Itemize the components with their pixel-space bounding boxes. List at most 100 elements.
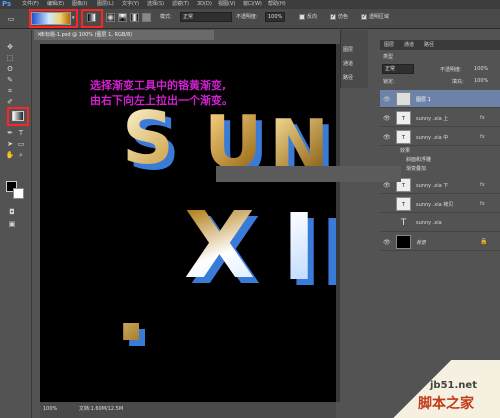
layer-name: sunny .xia 拷贝 [416,202,454,208]
tab-layers[interactable]: 图层 [384,40,394,50]
path-select-tool-icon[interactable]: ➤ [5,139,15,149]
letter-i2-shadow: I [320,218,336,290]
watermark-url: jb51.net [430,380,477,391]
hand-tool-icon[interactable]: ✋ [5,150,15,160]
effects-label: 效果 [400,148,411,154]
gradient-tool-preset-icon[interactable]: ▭ [6,14,16,24]
tab-paths[interactable]: 路径 [424,40,434,50]
radial-gradient-icon[interactable] [106,13,115,22]
watermark-name: 脚本之家 [418,396,474,412]
reflected-gradient-icon[interactable] [130,13,139,22]
background-layer-thumbnail [396,235,411,249]
eyedropper-tool-icon[interactable]: ✐ [5,97,15,107]
layer-name: 图层 1 [416,97,431,103]
layer-name: sunny .xia 上 [416,116,449,122]
menu-layer[interactable]: 图层(L) [97,0,114,9]
fx-icon[interactable]: fx [480,201,490,207]
dot: . [114,257,149,362]
diamond-gradient-icon[interactable] [142,13,151,22]
mode-select[interactable]: 正常 [180,12,232,22]
quick-mask-icon[interactable]: ◘ [7,207,17,217]
gradient-overlay-effect[interactable]: 渐变叠加 [406,165,426,172]
dither-label: 仿色 [338,14,349,20]
lasso-tool-icon[interactable]: ʘ [5,64,15,74]
shape-tool-icon[interactable]: ▭ [16,139,26,149]
mini-dock-paths[interactable]: 路径 [343,72,353,84]
letter-x: X [184,192,255,299]
fx-icon[interactable]: fx [480,115,490,121]
background-color-swatch[interactable] [13,188,24,199]
opacity-label: 不透明度: [236,14,258,20]
close-tab-icon[interactable]: × [37,31,42,38]
type-layer-icon: T [400,218,407,228]
fill-label: 填充: [452,79,464,85]
eye-icon[interactable]: 👁 [383,239,391,246]
layer-name: sunny .xia [416,220,442,226]
angle-gradient-icon[interactable] [118,13,127,22]
menu-image[interactable]: 图像(I) [72,0,87,9]
photoshop-logo: Ps [2,0,12,8]
letter-i-1: I [282,194,317,301]
mini-dock-layers[interactable]: 图层 [343,44,353,56]
transparency-label: 透明区域 [369,14,390,20]
panel-tabs [380,40,500,50]
dither-checkbox[interactable]: ✓ [330,14,336,20]
eye-icon[interactable]: 👁 [383,115,391,122]
text-layer-thumbnail: T [396,130,411,144]
zoom-tool-icon[interactable]: ⌕ [16,150,26,160]
fill-value[interactable]: 100% [474,78,488,84]
document-info: 文档:1.60M/12.5M [78,406,124,412]
menu-select[interactable]: 选择(S) [147,0,164,9]
layer-name: sunny .xia 中 [416,135,449,141]
highlight-gradient-picker [29,9,78,28]
bevel-emboss-effect[interactable]: 斜面和浮雕 [406,156,431,163]
menu-help[interactable]: 帮助(H) [268,0,286,9]
menu-3d[interactable]: 3D(D) [197,0,212,9]
menu-filter[interactable]: 滤镜(T) [172,0,189,9]
menu-file[interactable]: 文件(F) [22,0,39,9]
reverse-label: 反向 [307,14,318,20]
layer-opacity-value[interactable]: 100% [474,66,488,72]
lock-icon: 🔒 [480,238,488,245]
mini-dock-channels[interactable]: 通道 [343,58,353,70]
menu-window[interactable]: 窗口(W) [243,0,262,9]
menu-view[interactable]: 视图(V) [218,0,235,9]
letter-s: S [122,96,174,180]
quick-select-tool-icon[interactable]: ✎ [5,75,15,85]
layer-opacity-label: 不透明度: [440,67,462,73]
lock-label: 锁定: [383,79,395,85]
pen-tool-icon[interactable]: ✒ [5,128,15,138]
highlight-linear-gradient [81,9,103,28]
transparency-checkbox[interactable]: ✓ [361,14,367,20]
reverse-checkbox[interactable] [299,14,305,20]
canvas-scrollbar[interactable] [336,44,340,402]
layer-name: 背景 [416,240,427,246]
eye-icon[interactable]: 👁 [383,96,391,103]
marquee-tool-icon[interactable]: ⬚ [5,53,15,63]
fx-icon[interactable]: fx [480,182,490,188]
kind-filter[interactable]: 类型 [383,53,393,60]
blend-mode-select[interactable]: 正常 [382,64,414,74]
instruction-line-1: 选择渐变工具中的铬黄渐变, [90,79,227,92]
layer-thumbnail [396,92,411,106]
text-layer-thumbnail: T [396,197,411,211]
document-tab[interactable]: 未标题-1.psd @ 100% (图层 1, RGB/8) [34,30,214,40]
screen-mode-icon[interactable]: ▣ [7,219,17,229]
text-layer-thumbnail: T [396,111,411,125]
move-tool-icon[interactable]: ✥ [5,42,15,52]
fx-icon[interactable]: fx [480,134,490,140]
crop-tool-icon[interactable]: ⌗ [5,86,15,96]
eye-icon[interactable]: 👁 [383,182,391,189]
tab-channels[interactable]: 通道 [404,40,414,50]
menu-edit[interactable]: 编辑(E) [47,0,64,9]
highlight-gradient-tool [7,107,29,126]
status-bar: 100% 文档:1.60M/12.5M [40,402,336,418]
type-tool-icon[interactable]: T [16,128,26,138]
layer-name: sunny .xia 下 [416,183,449,189]
mode-label: 模式: [160,14,172,20]
zoom-level[interactable]: 100% [43,406,57,412]
opacity-input[interactable]: 100% [265,12,285,22]
eye-icon[interactable]: 👁 [383,134,391,141]
menu-type[interactable]: 文字(Y) [122,0,139,9]
drag-bar-overlay [216,166,401,182]
